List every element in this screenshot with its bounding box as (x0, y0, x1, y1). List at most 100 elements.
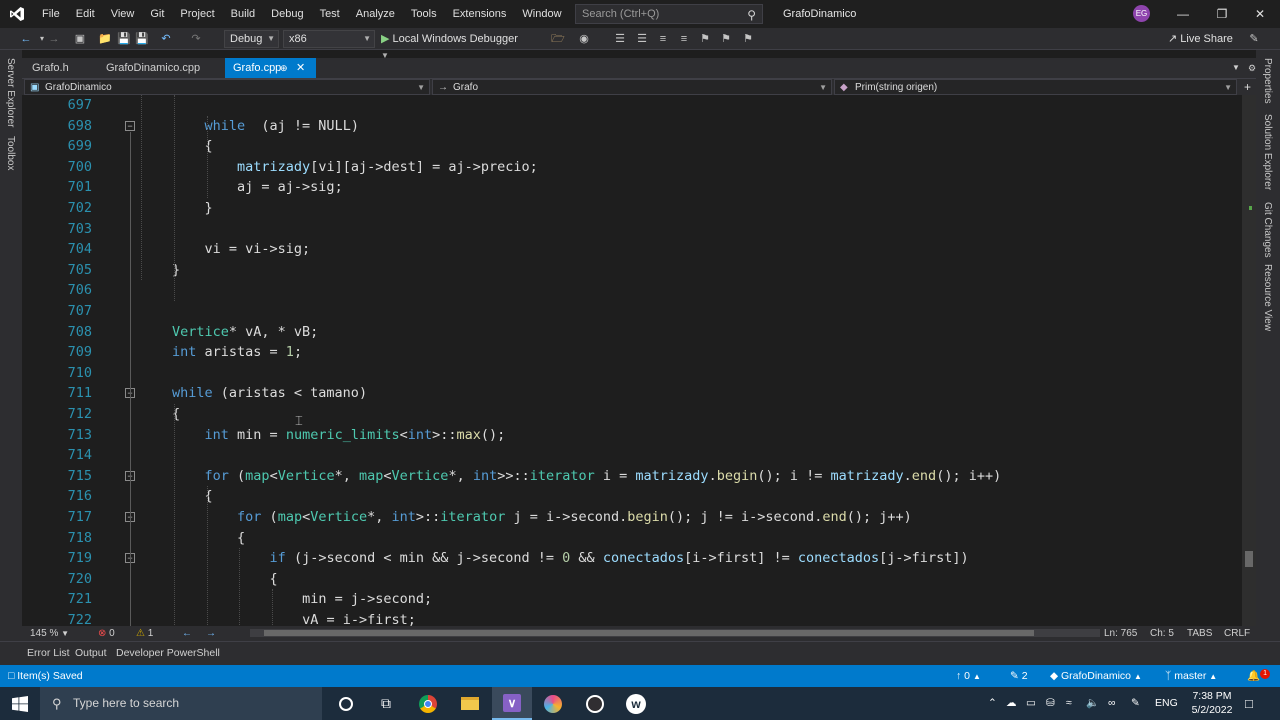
configuration-select[interactable]: Debug ▼ (224, 30, 279, 48)
network-icon[interactable]: ⛁ (1046, 687, 1055, 720)
clock[interactable]: 7:38 PM 5/2/2022 (1184, 687, 1240, 720)
onedrive-icon[interactable]: ☁ (1006, 687, 1017, 720)
new-project-icon[interactable]: ▣ (72, 31, 88, 47)
menu-file[interactable]: File (34, 0, 68, 28)
undo-icon[interactable]: ↶ (158, 31, 174, 47)
pen-icon[interactable]: ✎ (1131, 687, 1140, 720)
warning-count[interactable]: ⚠ 1 (136, 626, 153, 641)
format-icon[interactable]: ☰ (634, 31, 650, 47)
menu-git[interactable]: Git (142, 0, 172, 28)
platform-select[interactable]: x86 ▼ (283, 30, 375, 48)
code-editor[interactable]: 697 698 − while (aj != NULL) 699 {700 matrizad… (22, 95, 1242, 626)
settings-icon[interactable]: ⚙ (1240, 58, 1264, 78)
previous-issue-icon[interactable]: ← (182, 626, 192, 641)
repository-selector[interactable]: ◆ GrafoDinamico ▲ (1050, 665, 1142, 687)
menu-view[interactable]: View (103, 0, 143, 28)
word-app-icon[interactable]: w (616, 687, 656, 720)
search-input[interactable]: Search (Ctrl+Q) ⚲ (575, 4, 763, 24)
obs-icon[interactable] (575, 687, 615, 720)
indent-mode[interactable]: TABS (1187, 626, 1212, 641)
link-icon[interactable]: ∞ (1108, 687, 1116, 720)
close-icon[interactable]: ✕ (1240, 0, 1280, 28)
vertical-scrollbar[interactable] (1242, 95, 1256, 626)
member-select[interactable]: ◆ Prim(string origen) ▼ (834, 79, 1237, 95)
avatar[interactable]: EG (1133, 5, 1150, 22)
resource-view-tab[interactable]: Resource View (1262, 264, 1273, 331)
search-icon[interactable]: ⚲ (747, 6, 756, 24)
menu-build[interactable]: Build (223, 0, 263, 28)
tab-grafo-h[interactable]: Grafo.h (24, 58, 77, 78)
wifi-icon[interactable]: ≈ (1066, 687, 1072, 720)
next-bookmark-icon[interactable]: ⚑ (740, 31, 756, 47)
notifications[interactable]: 🔔 1 (1247, 665, 1271, 687)
menu-extensions[interactable]: Extensions (445, 0, 515, 28)
pin-icon[interactable]: ⊕ (280, 58, 288, 78)
menu-analyze[interactable]: Analyze (348, 0, 403, 28)
git-changes-tab[interactable]: Git Changes (1262, 202, 1273, 258)
scrollbar-thumb[interactable] (264, 630, 1034, 636)
feedback-icon[interactable]: ✎ (1246, 31, 1262, 47)
horizontal-scrollbar[interactable] (250, 629, 1100, 637)
scrollbar-thumb[interactable] (1245, 551, 1253, 567)
prev-bookmark-icon[interactable]: ⚑ (718, 31, 734, 47)
forward-icon[interactable]: → (46, 31, 62, 47)
menu-tools[interactable]: Tools (403, 0, 445, 28)
tab-output[interactable]: Output (75, 647, 107, 659)
maximize-icon[interactable]: ❐ (1202, 0, 1242, 28)
minimize-icon[interactable]: — (1163, 0, 1203, 28)
battery-icon[interactable]: ▭ (1026, 687, 1036, 720)
save-icon[interactable]: 💾 (116, 31, 132, 47)
chrome-icon[interactable] (408, 687, 448, 720)
unpushed-commits[interactable]: ↑ 0 ▲ (956, 665, 981, 687)
tab-grafo-cpp[interactable]: Grafo.cpp ⊕ ✕ (225, 58, 316, 78)
code-token: (); i != (757, 467, 831, 484)
visual-studio-taskbar-icon[interactable]: ∨ (492, 687, 532, 720)
uncomment-icon[interactable]: ≡ (676, 31, 692, 47)
line-endings[interactable]: CRLF (1224, 626, 1250, 641)
live-share-button[interactable]: ↗ Live Share (1168, 31, 1238, 47)
redo-icon[interactable]: ↷ (188, 31, 204, 47)
align-icon[interactable]: ☰ (612, 31, 628, 47)
split-editor-icon[interactable]: + (1239, 79, 1256, 95)
menu-project[interactable]: Project (172, 0, 222, 28)
tab-error-list[interactable]: Error List (27, 647, 70, 659)
task-view-icon[interactable]: ⧉ (366, 687, 406, 720)
save-all-icon[interactable]: 💾 (134, 31, 150, 47)
cortana-icon[interactable] (326, 687, 366, 720)
taskbar-search-input[interactable]: ⚲ Type here to search (40, 687, 322, 720)
project-select[interactable]: ▣ GrafoDinamico ▼ (24, 79, 430, 95)
file-explorer-icon[interactable] (450, 687, 490, 720)
comment-icon[interactable]: ≡ (655, 31, 671, 47)
tab-grafodinamico-cpp[interactable]: GrafoDinamico.cpp (98, 58, 208, 78)
notifications-center-icon[interactable]: □ (1245, 687, 1253, 720)
app-icon[interactable] (533, 687, 573, 720)
server-explorer-tab[interactable]: Server Explorer (5, 58, 16, 127)
code-token: (); j != i->second. (667, 509, 823, 525)
branch-selector[interactable]: ᛉ master ▲ (1165, 665, 1217, 687)
close-tab-icon[interactable]: ✕ (296, 58, 305, 78)
camera-icon[interactable]: ◉ (576, 31, 592, 47)
menu-window[interactable]: Window (514, 0, 569, 28)
menu-test[interactable]: Test (312, 0, 348, 28)
back-icon[interactable]: ← (18, 31, 34, 47)
folder-icon[interactable]: 🗁 (550, 31, 566, 47)
solution-explorer-tab[interactable]: Solution Explorer (1262, 114, 1273, 190)
code-token: iterator (440, 509, 506, 525)
language-indicator[interactable]: ENG (1155, 687, 1178, 720)
show-hidden-icons[interactable]: ⌃ (988, 687, 997, 720)
menu-edit[interactable]: Edit (68, 0, 103, 28)
zoom-level[interactable]: 145 % ▼ (30, 626, 69, 641)
menu-debug[interactable]: Debug (263, 0, 311, 28)
volume-icon[interactable]: 🔈 (1086, 687, 1099, 720)
pending-changes[interactable]: ✎ 2 (1010, 665, 1028, 687)
bookmark-icon[interactable]: ⚑ (697, 31, 713, 47)
collapse-icon[interactable]: − (125, 120, 135, 131)
toolbox-tab[interactable]: Toolbox (5, 136, 16, 170)
open-folder-icon[interactable]: 📁 (97, 31, 113, 47)
error-count[interactable]: ⊗ 0 (98, 626, 115, 641)
scope-select[interactable]: → Grafo ▼ (432, 79, 832, 95)
tab-developer-powershell[interactable]: Developer PowerShell (116, 647, 220, 659)
windows-start-icon[interactable] (0, 687, 40, 720)
next-issue-icon[interactable]: → (206, 626, 216, 641)
start-debugging-button[interactable]: ▶ Local Windows Debugger ▼ (381, 31, 525, 60)
